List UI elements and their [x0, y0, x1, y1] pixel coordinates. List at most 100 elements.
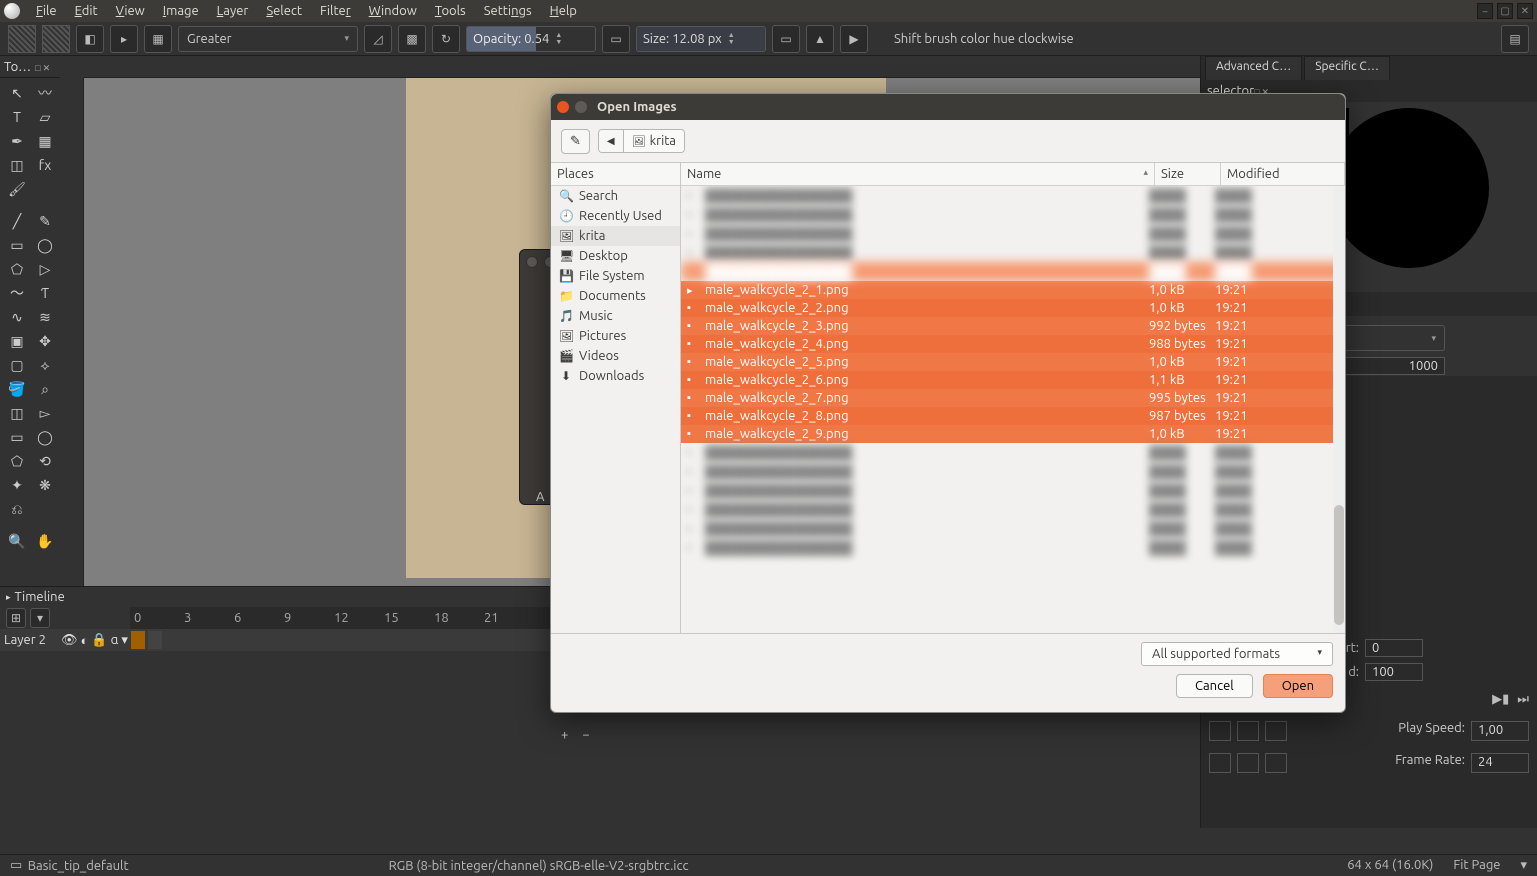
- tool-select-contig[interactable]: ✦: [4, 474, 30, 496]
- dialog-min-icon[interactable]: [575, 101, 587, 113]
- drop-b-icon[interactable]: [1237, 753, 1259, 773]
- menu-settings[interactable]: Settings: [476, 2, 540, 20]
- file-row-blurred[interactable]: ▪████████████████████████: [681, 500, 1345, 519]
- tool-rect[interactable]: ▭: [4, 234, 30, 256]
- file-row[interactable]: ▪male_walkcycle_2_5.png1,0 kB19:21: [681, 353, 1345, 371]
- file-row[interactable]: ▪male_walkcycle_2_7.png995 bytes19:21: [681, 389, 1345, 407]
- tool-deform[interactable]: ⟡: [32, 354, 58, 376]
- menu-help[interactable]: Help: [542, 2, 585, 20]
- file-row-blurred[interactable]: ▪████████████████████████: [681, 443, 1345, 462]
- file-row-blurred[interactable]: ▪████████████████████████: [681, 205, 1345, 224]
- places-item[interactable]: 📁Documents: [551, 286, 680, 306]
- start-value[interactable]: 0: [1365, 639, 1423, 657]
- brush-preset-b[interactable]: [42, 25, 70, 53]
- menu-icon[interactable]: ▾: [121, 633, 128, 648]
- file-row[interactable]: ▪male_walkcycle_2_6.png1,1 kB19:21: [681, 371, 1345, 389]
- spin-arrows-icon[interactable]: ▲▼: [555, 32, 562, 46]
- file-row-blurred[interactable]: ▪████████████████████████: [681, 262, 1345, 281]
- places-item[interactable]: 🖼krita: [551, 226, 680, 246]
- places-item[interactable]: 🕘Recently Used: [551, 206, 680, 226]
- status-sel-icon[interactable]: ▭: [10, 858, 22, 873]
- zoom-caret-icon[interactable]: ▾: [1520, 858, 1527, 873]
- dialog-close-icon[interactable]: [557, 101, 569, 113]
- tool-fx[interactable]: fx: [32, 154, 58, 176]
- onion-a-icon[interactable]: [1209, 721, 1231, 741]
- file-row[interactable]: ▪male_walkcycle_2_4.png988 bytes19:21: [681, 335, 1345, 353]
- next-key-icon[interactable]: ▶▮: [1492, 692, 1509, 707]
- edit-path-button[interactable]: [561, 129, 590, 154]
- places-item[interactable]: 🖼Pictures: [551, 326, 680, 346]
- tool-text[interactable]: T: [4, 106, 30, 128]
- tool-select-rect[interactable]: ▭: [4, 426, 30, 448]
- frame-cell[interactable]: [148, 631, 162, 649]
- tool-transform2[interactable]: ▢: [4, 354, 30, 376]
- add-layer-icon[interactable]: ⊞: [6, 608, 26, 628]
- opacity-link[interactable]: ▭: [602, 25, 630, 53]
- tool-freehand-path[interactable]: Ƭ: [32, 282, 58, 304]
- file-row-blurred[interactable]: ▪████████████████████████: [681, 186, 1345, 205]
- size-link[interactable]: ▭: [772, 25, 800, 53]
- col-size[interactable]: Size: [1155, 163, 1221, 185]
- tool-select-similar[interactable]: ❋: [32, 474, 58, 496]
- reload-preset[interactable]: ↻: [432, 25, 460, 53]
- places-item[interactable]: 🔍Search: [551, 186, 680, 206]
- tool-select-poly[interactable]: ⬠: [4, 450, 30, 472]
- tool-edit-shapes[interactable]: ▱: [32, 106, 58, 128]
- menu-tools[interactable]: Tools: [427, 2, 474, 20]
- file-row[interactable]: ▪male_walkcycle_2_9.png1,0 kB19:21: [681, 425, 1345, 443]
- menu-image[interactable]: Image: [155, 2, 207, 20]
- brush-preset-a[interactable]: [8, 25, 36, 53]
- visible-icon[interactable]: 👁: [61, 633, 78, 648]
- timeline-layer-label[interactable]: Layer 2: [4, 633, 58, 647]
- tool-assist[interactable]: ◫: [4, 402, 30, 424]
- file-row[interactable]: ▪male_walkcycle_2_8.png987 bytes19:21: [681, 407, 1345, 425]
- col-name[interactable]: Name: [681, 163, 1155, 185]
- menu-layer[interactable]: Layer: [209, 2, 257, 20]
- tool-pattern-edit[interactable]: ▦: [32, 130, 58, 152]
- end-value[interactable]: 100: [1365, 663, 1423, 681]
- keyframe-0[interactable]: [131, 631, 145, 649]
- spin-arrows-icon[interactable]: ▲▼: [728, 32, 735, 46]
- places-item[interactable]: 💾File System: [551, 266, 680, 286]
- tool-select-bezier[interactable]: ⎌: [4, 498, 30, 520]
- mirror-v-icon[interactable]: ▶: [840, 25, 868, 53]
- alpha-lock[interactable]: ▩: [398, 25, 426, 53]
- tool-move[interactable]: 〰: [32, 82, 58, 104]
- tab-specific-color[interactable]: Specific C…: [1304, 56, 1390, 80]
- open-button[interactable]: Open: [1263, 674, 1333, 698]
- status-zoom[interactable]: Fit Page: [1453, 858, 1500, 873]
- win-max-icon[interactable]: ▢: [1497, 3, 1513, 19]
- blend-mode-combo[interactable]: Greater: [178, 26, 358, 52]
- tool-transform[interactable]: ↖: [4, 82, 30, 104]
- framerate-value[interactable]: 24: [1471, 753, 1529, 773]
- menu-edit[interactable]: Edit: [67, 2, 106, 20]
- win-min-icon[interactable]: –: [1477, 3, 1493, 19]
- menu-filter[interactable]: Filter: [312, 2, 359, 20]
- tool-fill[interactable]: 🪣: [4, 378, 30, 400]
- tool-brush[interactable]: 🖌: [4, 178, 30, 200]
- goto-end-icon[interactable]: ⏭: [1517, 692, 1529, 707]
- tool-polygon[interactable]: ⬠: [4, 258, 30, 280]
- cancel-button[interactable]: Cancel: [1176, 674, 1253, 698]
- tool-gradient[interactable]: ◫: [4, 154, 30, 176]
- alpha-icon[interactable]: α: [111, 633, 119, 647]
- path-segment-krita[interactable]: krita: [624, 130, 684, 152]
- tool-crop[interactable]: ▣: [4, 330, 30, 352]
- tool-freehand[interactable]: ✎: [32, 210, 58, 232]
- tool-dyna[interactable]: ∿: [4, 306, 30, 328]
- places-item[interactable]: 🎵Music: [551, 306, 680, 326]
- dock-close-icon[interactable]: [31, 60, 50, 74]
- file-row[interactable]: ▪male_walkcycle_2_2.png1,0 kB19:21: [681, 299, 1345, 317]
- onion-b-icon[interactable]: [1237, 721, 1259, 741]
- tool-line[interactable]: ╱: [4, 210, 30, 232]
- file-row-blurred[interactable]: ▪████████████████████████: [681, 481, 1345, 500]
- tool-calligraphy[interactable]: ✒: [4, 130, 30, 152]
- file-row-blurred[interactable]: ▪████████████████████████: [681, 224, 1345, 243]
- menu-file[interactable]: File: [28, 2, 65, 20]
- tab-advanced-color[interactable]: Advanced C…: [1205, 56, 1302, 80]
- eraser-toggle[interactable]: ◿: [364, 25, 392, 53]
- mirror-h-icon[interactable]: ▲: [806, 25, 834, 53]
- opacity-field[interactable]: Opacity: 0.54 ▲▼: [466, 26, 596, 52]
- drop-a-icon[interactable]: [1209, 753, 1231, 773]
- fg-bg-swatch[interactable]: ◧: [76, 25, 104, 53]
